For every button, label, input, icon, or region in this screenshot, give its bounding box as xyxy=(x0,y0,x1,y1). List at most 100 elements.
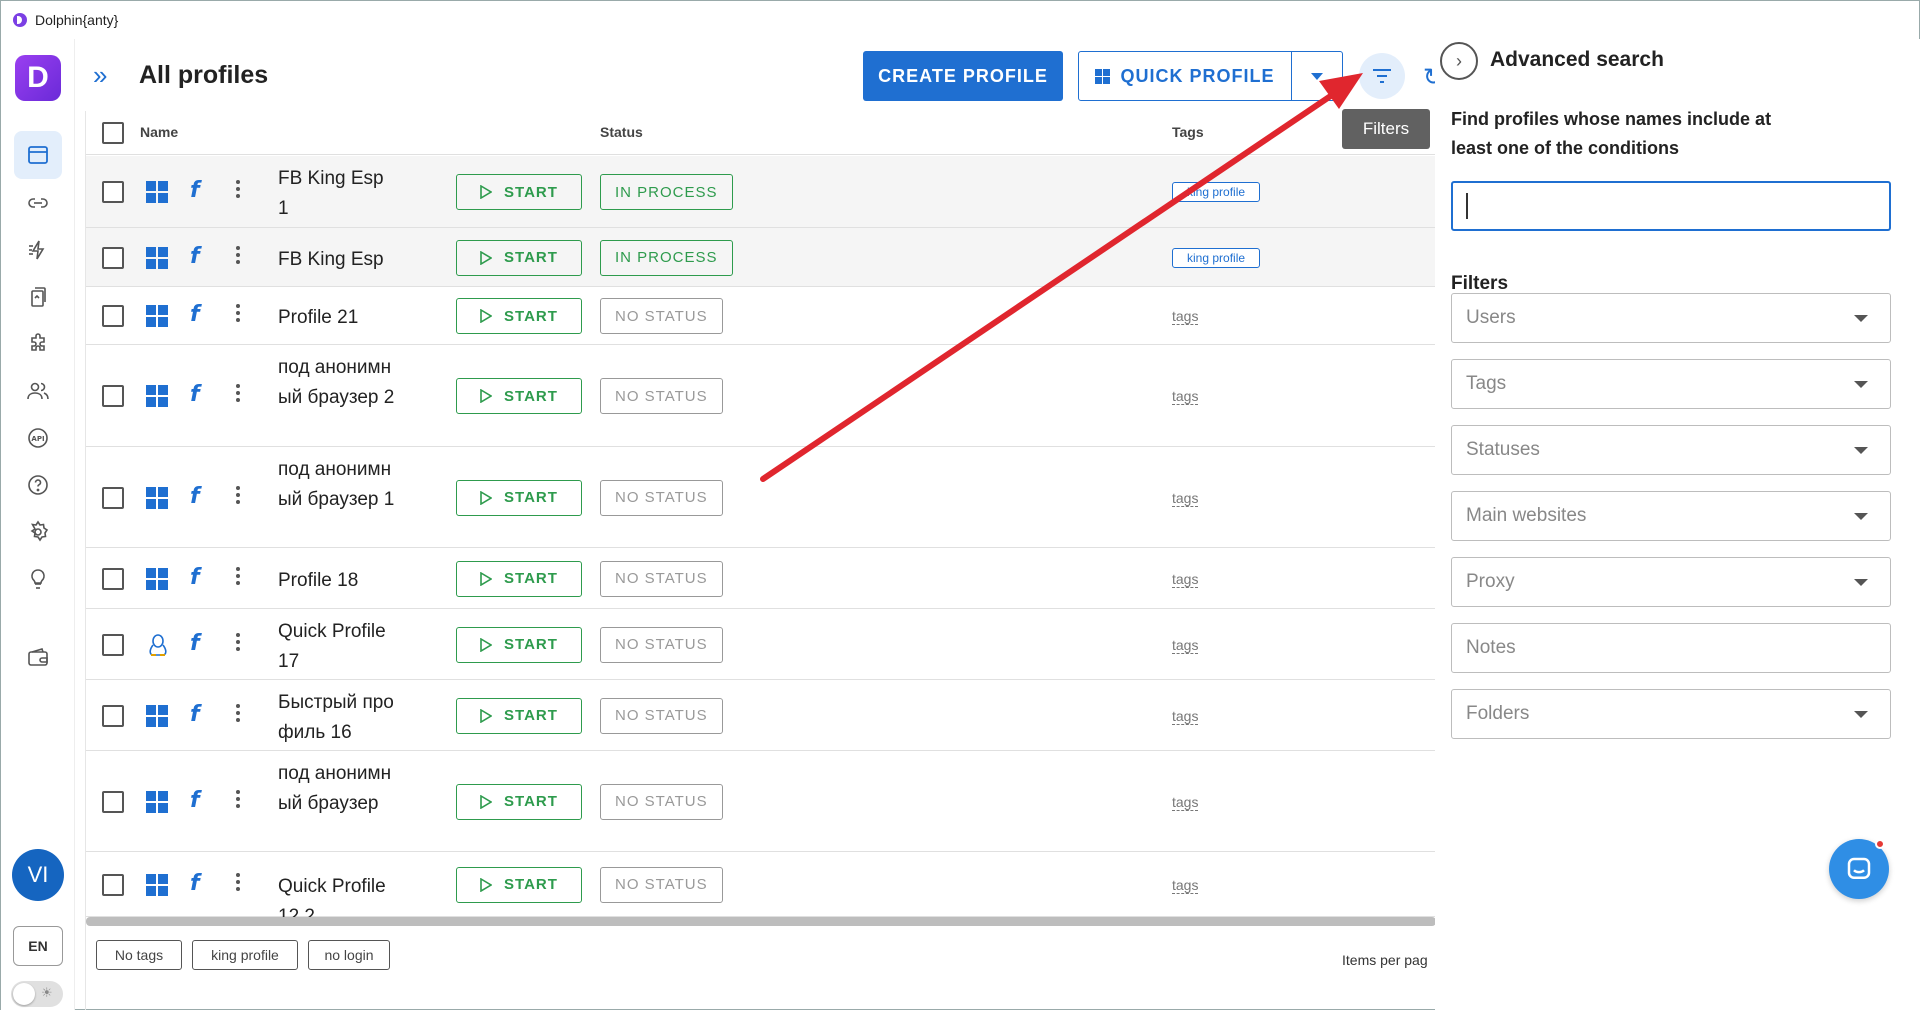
tags-placeholder[interactable]: tags xyxy=(1172,708,1199,725)
filter-folders[interactable]: Folders xyxy=(1451,689,1891,739)
column-tags-header[interactable]: Tags xyxy=(1172,124,1204,140)
row-checkbox[interactable] xyxy=(102,305,124,327)
extensions-nav-icon[interactable] xyxy=(14,320,62,368)
start-button[interactable]: START xyxy=(456,560,582,597)
status-badge[interactable]: IN PROCESS xyxy=(600,239,733,276)
select-all-checkbox[interactable] xyxy=(102,122,124,144)
table-row[interactable]: f Profile 18 START NO STATUS tags xyxy=(86,548,1435,609)
tags-placeholder[interactable]: tags xyxy=(1172,571,1199,588)
status-badge[interactable]: NO STATUS xyxy=(600,626,723,663)
start-button[interactable]: START xyxy=(456,697,582,734)
theme-toggle[interactable]: ☀ xyxy=(11,981,63,1007)
filter-tags[interactable]: Tags xyxy=(1451,359,1891,409)
dolphin-logo[interactable]: D xyxy=(15,55,61,101)
more-vertical-icon[interactable] xyxy=(236,243,242,267)
wallet-nav-icon[interactable] xyxy=(14,634,62,682)
quick-profile-dropdown-button[interactable] xyxy=(1291,51,1343,101)
more-vertical-icon[interactable] xyxy=(236,177,242,201)
status-badge[interactable]: NO STATUS xyxy=(600,479,723,516)
filter-proxy[interactable]: Proxy xyxy=(1451,557,1891,607)
row-checkbox[interactable] xyxy=(102,486,124,509)
help-nav-icon[interactable] xyxy=(14,461,62,509)
row-checkbox[interactable] xyxy=(102,873,124,896)
more-vertical-icon[interactable] xyxy=(236,483,242,507)
filter-users[interactable]: Users xyxy=(1451,293,1891,343)
start-button[interactable]: START xyxy=(456,783,582,820)
start-button[interactable]: START xyxy=(456,174,582,210)
play-icon xyxy=(480,250,493,265)
tags-placeholder[interactable]: tags xyxy=(1172,637,1199,654)
table-row[interactable]: f под анонимный браузер START NO STATUS … xyxy=(86,751,1435,852)
status-badge[interactable]: IN PROCESS xyxy=(600,174,733,210)
table-row[interactable]: f Быстрый профиль 16 START NO STATUS tag… xyxy=(86,680,1435,751)
status-badge[interactable]: NO STATUS xyxy=(600,866,723,903)
tag-pill[interactable]: king profile xyxy=(1172,247,1261,268)
language-switch[interactable]: EN xyxy=(13,926,63,966)
user-avatar[interactable]: VI xyxy=(12,849,64,901)
start-button[interactable]: START xyxy=(456,626,582,663)
profiles-nav-icon[interactable] xyxy=(14,131,62,179)
row-checkbox[interactable] xyxy=(102,790,124,813)
tag-pill[interactable]: king profile xyxy=(1172,182,1261,202)
settings-nav-icon[interactable] xyxy=(14,508,62,556)
start-button[interactable]: START xyxy=(456,298,582,334)
start-button[interactable]: START xyxy=(456,479,582,516)
row-checkbox[interactable] xyxy=(102,181,124,203)
filter-notes[interactable]: Notes xyxy=(1451,623,1891,673)
tags-placeholder[interactable]: tags xyxy=(1172,794,1199,811)
more-vertical-icon[interactable] xyxy=(236,630,242,654)
more-vertical-icon[interactable] xyxy=(236,381,242,405)
api-nav-icon[interactable]: API xyxy=(14,414,62,462)
row-checkbox[interactable] xyxy=(102,385,124,407)
more-vertical-icon[interactable] xyxy=(236,701,242,725)
status-badge[interactable]: NO STATUS xyxy=(600,697,723,734)
chevron-right-icon[interactable]: › xyxy=(1440,42,1478,80)
chip-no-tags[interactable]: No tags xyxy=(96,940,182,970)
chip-no-login[interactable]: no login xyxy=(308,940,390,970)
tags-placeholder[interactable]: tags xyxy=(1172,308,1199,325)
create-profile-button[interactable]: CREATE PROFILE xyxy=(863,51,1063,101)
automation-nav-icon[interactable] xyxy=(14,226,62,274)
chip-king-profile[interactable]: king profile xyxy=(192,940,298,970)
team-nav-icon[interactable] xyxy=(14,367,62,415)
table-row[interactable]: f Profile 21 START NO STATUS tags xyxy=(86,287,1435,345)
more-vertical-icon[interactable] xyxy=(236,301,242,325)
filter-statuses[interactable]: Statuses xyxy=(1451,425,1891,475)
table-row[interactable]: f FB King Esp 1 START IN PROCESS king pr… xyxy=(86,156,1435,228)
quick-profile-button[interactable]: QUICK PROFILE xyxy=(1078,51,1292,101)
status-badge[interactable]: NO STATUS xyxy=(600,378,723,414)
table-row[interactable]: f под анонимный браузер 2 START NO STATU… xyxy=(86,345,1435,447)
row-checkbox[interactable] xyxy=(102,704,124,727)
start-button[interactable]: START xyxy=(456,866,582,903)
filters-button[interactable] xyxy=(1359,53,1405,99)
row-checkbox[interactable] xyxy=(102,246,124,269)
filter-main-websites[interactable]: Main websites xyxy=(1451,491,1891,541)
more-vertical-icon[interactable] xyxy=(236,870,242,894)
table-row[interactable]: f под анонимный браузер 1 START NO STATU… xyxy=(86,447,1435,548)
caret-down-icon xyxy=(1311,72,1323,80)
status-badge[interactable]: NO STATUS xyxy=(600,560,723,597)
status-badge[interactable]: NO STATUS xyxy=(600,298,723,334)
horizontal-scrollbar[interactable] xyxy=(86,917,1436,926)
row-checkbox[interactable] xyxy=(102,633,124,656)
link-nav-icon[interactable] xyxy=(14,179,62,227)
status-badge[interactable]: NO STATUS xyxy=(600,783,723,820)
table-row[interactable]: f Quick Profile 17 START NO STATUS tags xyxy=(86,609,1435,680)
tags-placeholder[interactable]: tags xyxy=(1172,877,1199,894)
row-checkbox[interactable] xyxy=(102,567,124,590)
facebook-icon: f xyxy=(190,564,200,590)
column-status-header[interactable]: Status xyxy=(600,124,643,140)
name-search-input[interactable] xyxy=(1451,181,1891,231)
table-row[interactable]: f Quick Profile 12 2 START NO STATUS tag… xyxy=(86,852,1435,927)
double-chevron-right-icon[interactable]: » xyxy=(93,62,107,88)
tags-placeholder[interactable]: tags xyxy=(1172,490,1199,507)
column-name-header[interactable]: Name xyxy=(140,124,178,140)
start-button[interactable]: START xyxy=(456,239,582,276)
more-vertical-icon[interactable] xyxy=(236,787,242,811)
table-row[interactable]: f FB King Esp START IN PROCESS king prof… xyxy=(86,228,1435,287)
more-vertical-icon[interactable] xyxy=(236,564,242,588)
bookmarks-nav-icon[interactable] xyxy=(14,273,62,321)
start-button[interactable]: START xyxy=(456,378,582,414)
lightbulb-nav-icon[interactable] xyxy=(14,555,62,603)
tags-placeholder[interactable]: tags xyxy=(1172,388,1199,405)
